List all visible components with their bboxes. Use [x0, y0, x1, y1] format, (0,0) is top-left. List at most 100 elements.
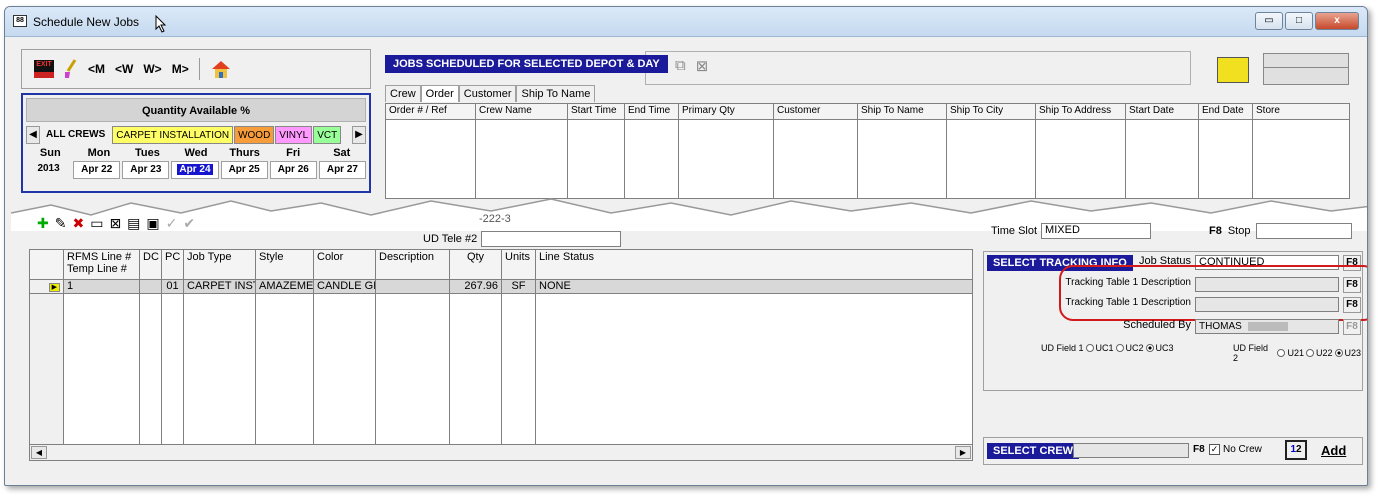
lines-grid[interactable]: RFMS Line # Temp Line # DC PC Job Type S… — [29, 249, 973, 461]
col-units[interactable]: Units — [502, 250, 536, 279]
crew-field[interactable] — [1073, 443, 1189, 458]
exit-icon[interactable]: EXIT — [34, 60, 54, 78]
radio-u21[interactable] — [1277, 349, 1286, 357]
no-crew-label: No Crew — [1223, 444, 1262, 455]
col-job-type[interactable]: Job Type — [184, 250, 256, 279]
crew-tab-wood[interactable]: WOOD — [234, 126, 275, 144]
line-option-4-icon[interactable]: ▣ — [146, 215, 159, 232]
scroll-left-icon[interactable]: ◀ — [31, 446, 47, 459]
date-apr-25[interactable]: Apr 25 — [220, 161, 268, 179]
delete-line-icon[interactable]: ✖ — [72, 215, 84, 232]
col-style[interactable]: Style — [256, 250, 314, 279]
col-start-time[interactable]: Start Time — [568, 104, 625, 119]
tab-customer[interactable]: Customer — [458, 85, 517, 102]
delete-job-icon[interactable]: ⊠ — [696, 57, 709, 75]
minimize-button[interactable]: ▭ — [1255, 12, 1283, 30]
jobs-panel: JOBS SCHEDULED FOR SELECTED DEPOT & DAY … — [385, 49, 1350, 199]
folder-icon[interactable] — [1217, 57, 1249, 83]
date-apr-26[interactable]: Apr 26 — [269, 161, 317, 179]
col-crew-name[interactable]: Crew Name — [476, 104, 568, 119]
tab-crew[interactable]: Crew — [385, 85, 421, 102]
crew-tabs-left-arrow-icon[interactable]: ◀ — [26, 126, 40, 144]
crew-tab-carpet[interactable]: CARPET INSTALLATION — [112, 126, 234, 144]
horizontal-scrollbar[interactable]: ◀ ▶ — [30, 444, 972, 460]
broom-icon[interactable] — [64, 59, 78, 79]
add-button[interactable]: Add — [1321, 443, 1346, 458]
col-end-date[interactable]: End Date — [1199, 104, 1253, 119]
no-crew-option[interactable]: ✓ No Crew — [1209, 444, 1262, 455]
maximize-button[interactable]: □ — [1285, 12, 1313, 30]
radio-u22[interactable] — [1305, 349, 1314, 357]
jobs-grid[interactable]: Order # / Ref Crew Name Start Time End T… — [385, 103, 1350, 199]
radio-u21-label: U21 — [1287, 348, 1304, 358]
col-ship-to-name[interactable]: Ship To Name — [858, 104, 947, 119]
add-line-icon[interactable]: ✚ — [37, 215, 49, 232]
stop-field[interactable] — [1256, 223, 1353, 239]
date-apr-23[interactable]: Apr 23 — [122, 161, 170, 179]
next-week-button[interactable]: W> — [143, 62, 161, 76]
prev-month-button[interactable]: <M — [88, 62, 105, 76]
date-apr-22[interactable]: Apr 22 — [73, 161, 121, 179]
scroll-right-icon[interactable]: ▶ — [955, 446, 971, 459]
cell-color: CANDLE GL — [314, 280, 376, 293]
edit-line-icon[interactable]: ✎ — [55, 215, 67, 232]
col-qty[interactable]: Qty — [450, 250, 502, 279]
radio-u23[interactable] — [1334, 349, 1343, 357]
line-option-3-icon[interactable]: ▤ — [127, 215, 140, 232]
col-ship-to-city[interactable]: Ship To City — [947, 104, 1036, 119]
no-crew-checkbox[interactable]: ✓ — [1209, 444, 1220, 455]
col-ship-to-address[interactable]: Ship To Address — [1036, 104, 1126, 119]
day-fri: Fri — [286, 147, 301, 159]
crew-tab-all[interactable]: ALL CREWS — [40, 126, 111, 144]
lines-grid-header: RFMS Line # Temp Line # DC PC Job Type S… — [30, 250, 972, 280]
confirm-icon[interactable]: ✓ — [166, 215, 178, 232]
day-sun: Sun — [39, 147, 61, 159]
col-end-time[interactable]: End Time — [625, 104, 679, 119]
cell-qty: 267.96 — [450, 280, 502, 293]
confirm-all-icon[interactable]: ✔ — [183, 215, 195, 232]
date-apr-27[interactable]: Apr 27 — [318, 161, 366, 179]
line-option-2-icon[interactable]: ⊠ — [109, 215, 121, 232]
radio-uc2[interactable] — [1115, 344, 1124, 352]
col-rfms-line[interactable]: RFMS Line # Temp Line # — [64, 250, 140, 279]
close-button[interactable]: x — [1315, 12, 1359, 30]
col-line-status[interactable]: Line Status — [536, 250, 972, 279]
crew-tab-vct[interactable]: VCT — [313, 126, 342, 144]
scheduled-by-field[interactable]: THOMAS — [1195, 319, 1339, 334]
col-description[interactable]: Description — [376, 250, 450, 279]
line-toolbar: ✚ ✎ ✖ ▭ ⊠ ▤ ▣ ✓ ✔ — [37, 215, 195, 232]
col-start-date[interactable]: Start Date — [1126, 104, 1199, 119]
cell-units: SF — [502, 280, 536, 293]
col-pc[interactable]: PC — [162, 250, 184, 279]
col-primary-qty[interactable]: Primary Qty — [679, 104, 774, 119]
jobs-grid-body — [386, 120, 1349, 198]
crew-tab-vinyl[interactable]: VINYL — [275, 126, 313, 144]
radio-uc3[interactable] — [1145, 344, 1154, 352]
time-slot-f8[interactable]: F8 — [1209, 225, 1222, 237]
date-apr-24[interactable]: Apr 24 — [171, 161, 219, 179]
ud-tele-label: UD Tele #2 — [423, 233, 478, 245]
tab-order[interactable]: Order — [420, 85, 459, 102]
next-month-button[interactable]: M> — [172, 62, 189, 76]
page-toggle-icon[interactable]: 12 — [1285, 440, 1307, 460]
col-dc[interactable]: DC — [140, 250, 162, 279]
ud-tele-field[interactable] — [481, 231, 622, 247]
tab-ship-to-name[interactable]: Ship To Name — [516, 85, 596, 102]
line-option-1-icon[interactable]: ▭ — [90, 215, 103, 232]
table-row[interactable]: ▶ 1 01 CARPET INSTA AMAZEMEN CANDLE GL 2… — [30, 280, 972, 294]
prev-week-button[interactable]: <W — [115, 62, 133, 76]
select-crew-button[interactable]: SELECT CREW — [987, 443, 1080, 459]
radio-uc1[interactable] — [1085, 344, 1094, 352]
stop-row: F8 Stop — [1209, 223, 1353, 239]
home-icon[interactable] — [210, 59, 232, 79]
crew-f8-button[interactable]: F8 — [1193, 444, 1205, 455]
copy-job-icon[interactable]: ⧉ — [675, 57, 686, 75]
scheduled-by-f8-button[interactable]: F8 — [1343, 319, 1361, 335]
time-slot-field[interactable]: MIXED — [1041, 223, 1152, 239]
col-store[interactable]: Store — [1253, 104, 1349, 119]
col-color[interactable]: Color — [314, 250, 376, 279]
col-order-ref[interactable]: Order # / Ref — [386, 104, 476, 119]
col-customer[interactable]: Customer — [774, 104, 858, 119]
ud-field-2-group: UD Field 2 U21 U22 U23 — [1233, 343, 1361, 363]
crew-tabs-right-arrow-icon[interactable]: ▶ — [352, 126, 366, 144]
